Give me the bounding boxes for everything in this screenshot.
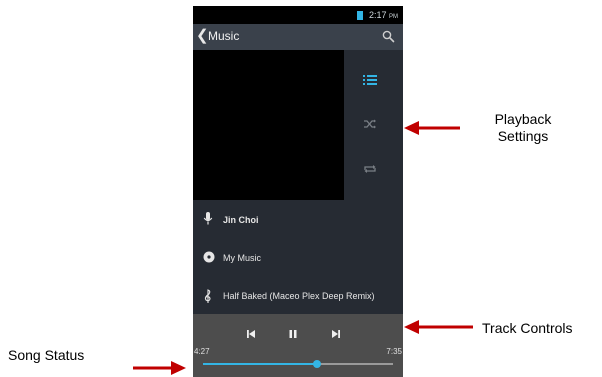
callout-playback-settings: Playback Settings xyxy=(468,111,578,145)
callout-playback-line1: Playback xyxy=(494,111,552,127)
callout-song-status: Song Status xyxy=(8,347,85,363)
arrow-playback-settings xyxy=(404,121,460,135)
callout-playback-line2: Settings xyxy=(497,128,549,144)
callout-track-controls: Track Controls xyxy=(482,320,573,336)
arrow-song-status xyxy=(133,361,186,375)
arrow-track-controls xyxy=(404,320,473,334)
